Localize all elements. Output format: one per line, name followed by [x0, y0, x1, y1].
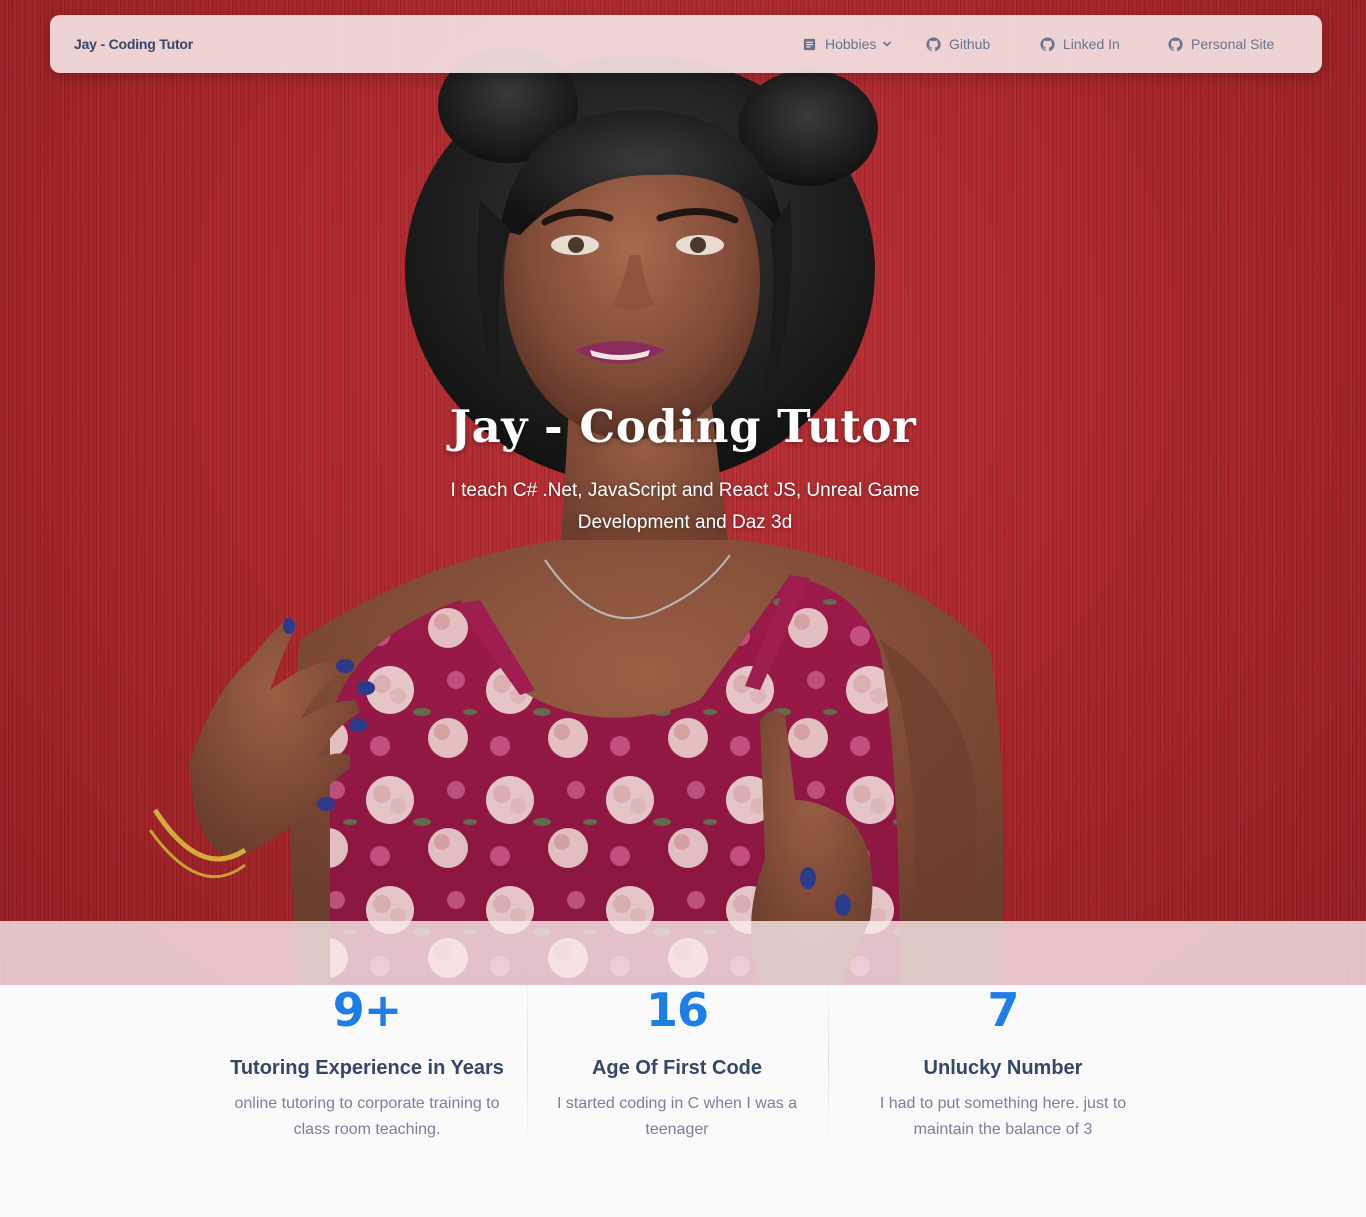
chevron-down-icon [882, 39, 892, 49]
stat-card-unlucky-number: 7 Unlucky Number I had to put something … [853, 983, 1153, 1160]
nav-item-hobbies[interactable]: Hobbies [802, 15, 892, 73]
nav-item-github[interactable]: Github [926, 15, 990, 73]
nav-item-label: Personal Site [1191, 36, 1275, 52]
brand-link[interactable]: Jay - Coding Tutor [74, 15, 193, 73]
stat-title: Age Of First Code [591, 1057, 762, 1079]
nav-item-linkedin[interactable]: Linked In [1040, 15, 1120, 73]
stat-value: 7 [987, 983, 1019, 1037]
page: Jay - Coding Tutor I teach C# .Net, Java… [0, 0, 1366, 1217]
github-icon [926, 36, 941, 52]
stat-card-first-code: 16 Age Of First Code I started coding in… [537, 983, 817, 1160]
stat-value: 9+ [332, 983, 403, 1037]
github-icon [1168, 36, 1183, 52]
stat-title: Tutoring Experience in Years [230, 1057, 504, 1079]
nav-item-label: Linked In [1063, 36, 1120, 52]
hero-subtitle: I teach C# .Net, JavaScript and React JS… [450, 480, 920, 533]
stat-divider [828, 963, 829, 1155]
stat-description: online tutoring to corporate training to… [234, 1095, 500, 1138]
nav-item-label: Github [949, 36, 991, 52]
hero-title: Jay - Coding Tutor [449, 400, 917, 453]
article-icon [802, 37, 817, 52]
hero-bottom-fade [0, 921, 1366, 985]
github-icon [1040, 36, 1055, 52]
nav-item-label: Hobbies [825, 36, 877, 52]
stats-section: 9+ Tutoring Experience in Years online t… [0, 963, 1366, 1217]
stat-value: 16 [645, 983, 709, 1037]
stat-card-experience: 9+ Tutoring Experience in Years online t… [217, 983, 517, 1160]
hero-section: Jay - Coding Tutor I teach C# .Net, Java… [0, 0, 1366, 985]
navbar: Jay - Coding Tutor Hobbies Github Linked… [50, 15, 1322, 73]
stat-divider [527, 963, 528, 1155]
stat-description: I had to put something here. just to mai… [879, 1095, 1127, 1138]
stat-description: I started coding in C when I was a teena… [556, 1095, 798, 1138]
stat-title: Unlucky Number [923, 1057, 1083, 1079]
nav-item-personal-site[interactable]: Personal Site [1168, 15, 1274, 73]
